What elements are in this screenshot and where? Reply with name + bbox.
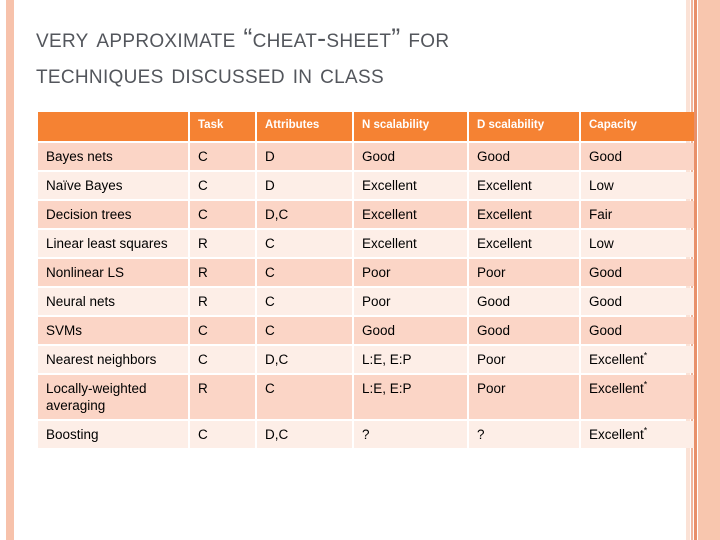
table-body: Bayes nets C D Good Good Good Naïve Bayes C D Exc…	[38, 143, 694, 448]
cell-technique-name: Nearest neighbors	[38, 346, 188, 373]
cell-d-scalability: Poor	[469, 346, 579, 373]
cell-technique-name: Locally-weighted averaging	[38, 375, 188, 419]
table-header-row: Task Attributes N scalability D scalabil…	[38, 112, 694, 141]
slide-canvas: Very approximate “cheat-sheet” for techn…	[0, 0, 720, 540]
cell-technique-name: Nonlinear LS	[38, 259, 188, 286]
cell-task: C	[190, 143, 255, 170]
cell-d-scalability: Poor	[469, 259, 579, 286]
cell-attributes: C	[257, 288, 352, 315]
cell-attributes: C	[257, 230, 352, 257]
column-header-task: Task	[190, 112, 255, 141]
table-row: Naïve Bayes C D Excellent Excellent Low	[38, 172, 694, 199]
column-header-d-scalability: D scalability	[469, 112, 579, 141]
cell-attributes: D	[257, 143, 352, 170]
cell-technique-name: Neural nets	[38, 288, 188, 315]
cell-task: C	[190, 421, 255, 448]
cell-task: C	[190, 201, 255, 228]
cell-technique-name: Boosting	[38, 421, 188, 448]
cell-capacity: Fair	[581, 201, 694, 228]
cell-n-scalability: Excellent	[354, 172, 467, 199]
cell-task: C	[190, 317, 255, 344]
cell-capacity: Excellent*	[581, 346, 694, 373]
cell-n-scalability: Excellent	[354, 201, 467, 228]
cell-attributes: C	[257, 375, 352, 419]
table-row: Boosting C D,C?? Excellent*	[38, 421, 694, 448]
table-row: Locally-weighted averaging R C L:E, E:P Poor…	[38, 375, 694, 419]
cell-n-scalability: ?	[354, 421, 467, 448]
column-header-technique	[38, 112, 188, 141]
cell-n-scalability: Excellent	[354, 230, 467, 257]
cheat-sheet-table: Task Attributes N scalability D scalabil…	[36, 110, 696, 450]
column-header-n-scalability: N scalability	[354, 112, 467, 141]
table-row: Decision trees C D,C Excellent Excellent Fair	[38, 201, 694, 228]
left-decorative-bar	[6, 0, 14, 540]
cell-n-scalability: Poor	[354, 259, 467, 286]
cell-technique-name: Decision trees	[38, 201, 188, 228]
cell-d-scalability: Good	[469, 143, 579, 170]
cell-capacity: Good	[581, 288, 694, 315]
cell-attributes: D	[257, 172, 352, 199]
right-decorative-bar-wide	[698, 0, 720, 540]
cell-task: C	[190, 346, 255, 373]
table-row: Linear least squares R C Excellent Excellent…	[38, 230, 694, 257]
cell-d-scalability: Excellent	[469, 230, 579, 257]
cell-d-scalability: Excellent	[469, 201, 579, 228]
cell-n-scalability: L:E, E:P	[354, 346, 467, 373]
table-row: Bayes nets C D Good Good Good	[38, 143, 694, 170]
cell-technique-name: Linear least squares	[38, 230, 188, 257]
table-row: SVMs C C Good Good Good	[38, 317, 694, 344]
page-title-line-1: Very approximate “cheat-sheet” for	[36, 23, 450, 53]
cell-task: C	[190, 172, 255, 199]
cell-technique-name: Naïve Bayes	[38, 172, 188, 199]
table-row: Nearest neighbors C D,C L:E, E:P Poor Excelle…	[38, 346, 694, 373]
page-title: Very approximate “cheat-sheet” for techn…	[36, 20, 646, 92]
footnote-asterisk: *	[643, 350, 648, 361]
cell-d-scalability: Poor	[469, 375, 579, 419]
cell-capacity: Low	[581, 172, 694, 199]
cell-technique-name: SVMs	[38, 317, 188, 344]
column-header-attributes: Attributes	[257, 112, 352, 141]
cell-attributes: D,C	[257, 421, 352, 448]
table-row: Nonlinear LS R C Poor Poor Good	[38, 259, 694, 286]
footnote-asterisk: *	[643, 425, 648, 436]
cell-n-scalability: Good	[354, 143, 467, 170]
cell-d-scalability: Good	[469, 288, 579, 315]
cell-task: R	[190, 259, 255, 286]
cell-d-scalability: Excellent	[469, 172, 579, 199]
cell-capacity: Excellent*	[581, 375, 694, 419]
cell-n-scalability: Good	[354, 317, 467, 344]
cell-capacity: Low	[581, 230, 694, 257]
cell-capacity: Good	[581, 317, 694, 344]
cell-attributes: C	[257, 259, 352, 286]
cell-capacity: Good	[581, 259, 694, 286]
page-title-line-2: techniques Discussed in Class	[36, 59, 384, 89]
cell-task: R	[190, 230, 255, 257]
footnote-asterisk: *	[643, 379, 648, 390]
cell-capacity: Good	[581, 143, 694, 170]
column-header-capacity: Capacity	[581, 112, 694, 141]
cell-attributes: D,C	[257, 346, 352, 373]
cell-n-scalability: Poor	[354, 288, 467, 315]
cell-n-scalability: L:E, E:P	[354, 375, 467, 419]
cell-task: R	[190, 288, 255, 315]
cell-d-scalability: ?	[469, 421, 579, 448]
table-header: Task Attributes N scalability D scalabil…	[38, 112, 694, 141]
cell-d-scalability: Good	[469, 317, 579, 344]
cell-attributes: C	[257, 317, 352, 344]
cell-task: R	[190, 375, 255, 419]
cell-capacity: Excellent*	[581, 421, 694, 448]
table-row: Neural nets R C Poor Good Good	[38, 288, 694, 315]
cell-technique-name: Bayes nets	[38, 143, 188, 170]
cell-attributes: D,C	[257, 201, 352, 228]
